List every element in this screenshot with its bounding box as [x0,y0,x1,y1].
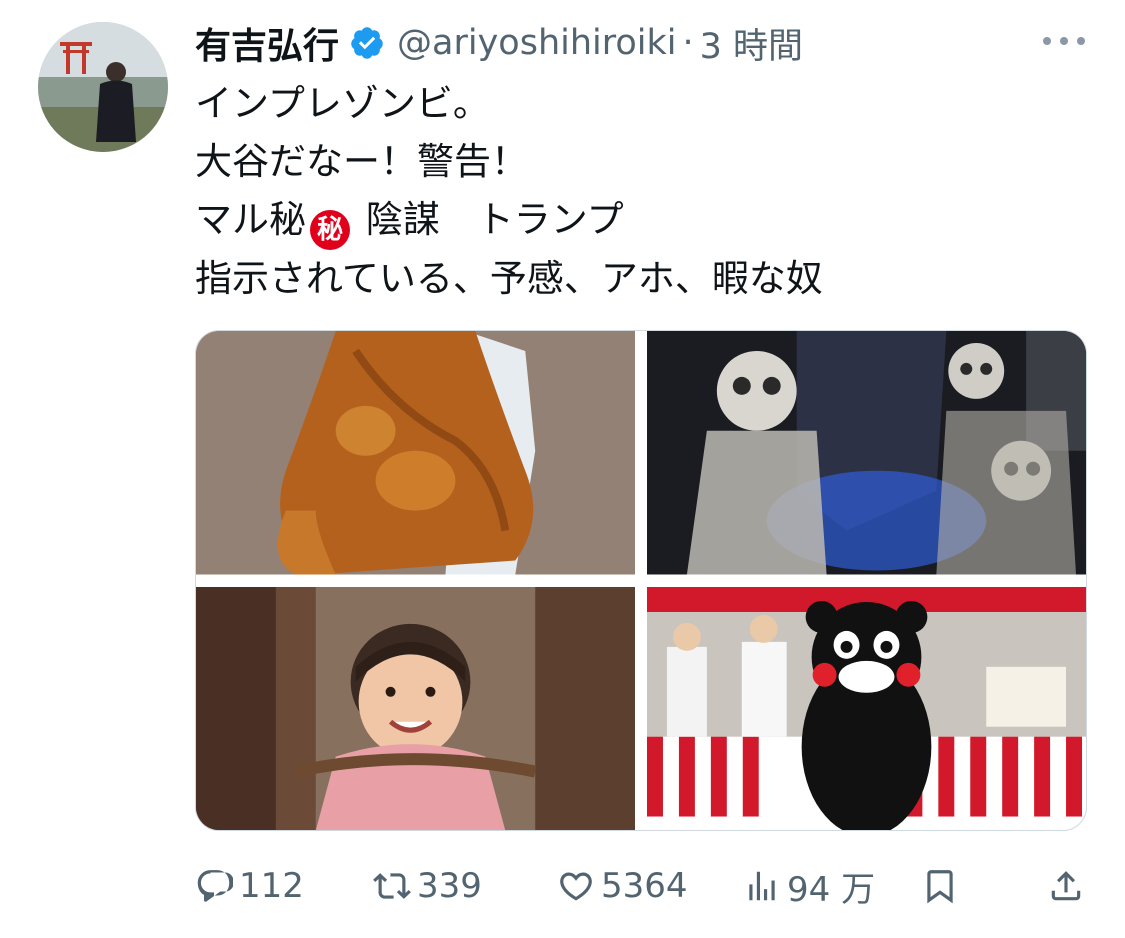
media-grid [195,330,1087,831]
roast-duck-photo [196,331,635,575]
timestamp[interactable]: 3 時間 [700,18,803,69]
media-item-4[interactable] [647,586,1086,830]
views-count: 94 万 [787,869,876,910]
display-name[interactable]: 有吉弘行 [195,17,339,69]
tweet-text-segment: マル秘 [195,198,306,241]
separator-dot: · [682,23,694,63]
more-options-icon[interactable] [1043,30,1085,52]
like-count: 5364 [601,866,688,906]
bookmark-button[interactable] [921,862,959,910]
tweet-text-line: マル秘秘 陰謀 トランプ [195,191,823,250]
share-button[interactable] [1047,862,1085,910]
secret-emoji-icon: 秘 [310,210,350,250]
tweet-text: インプレゾンビ。 大谷だなー！警告！ マル秘秘 陰謀 トランプ 指示されている、… [195,75,823,308]
media-item-2[interactable] [647,331,1086,575]
tweet-text-segment: 陰謀 トランプ [354,198,624,241]
reply-icon [197,870,233,902]
heart-icon [560,872,592,901]
tweet-text-line: 大谷だなー！警告！ [195,140,528,183]
avatar-photo [38,22,168,152]
like-button[interactable]: 5364 [557,862,688,910]
reply-button[interactable]: 112 [195,862,304,910]
reply-count: 112 [239,866,304,906]
bookmark-icon [927,870,953,904]
skeletons-figure-photo [647,331,1086,575]
share-icon [1051,871,1081,901]
tweet-actions: 112 339 5364 94 万 [195,862,1087,910]
smiling-child-photo [196,586,635,830]
retweet-icon [373,873,411,899]
tweet-text-line: 指示されている、予感、アホ、暇な奴 [195,257,823,300]
verified-badge-icon[interactable] [349,25,385,61]
media-item-1[interactable] [196,331,635,575]
kumamon-festival-photo [647,586,1086,830]
tweet-header: 有吉弘行 @ariyoshihiroiki · 3 時間 [195,18,803,68]
user-handle[interactable]: @ariyoshihiroiki [397,23,677,63]
tweet-text-line: インプレゾンビ。 [195,82,490,125]
avatar[interactable] [38,22,168,152]
views-button[interactable]: 94 万 [743,862,875,910]
retweet-count: 339 [417,866,482,906]
media-item-3[interactable] [196,586,635,830]
retweet-button[interactable]: 339 [373,862,482,910]
views-chart-icon [749,871,775,901]
